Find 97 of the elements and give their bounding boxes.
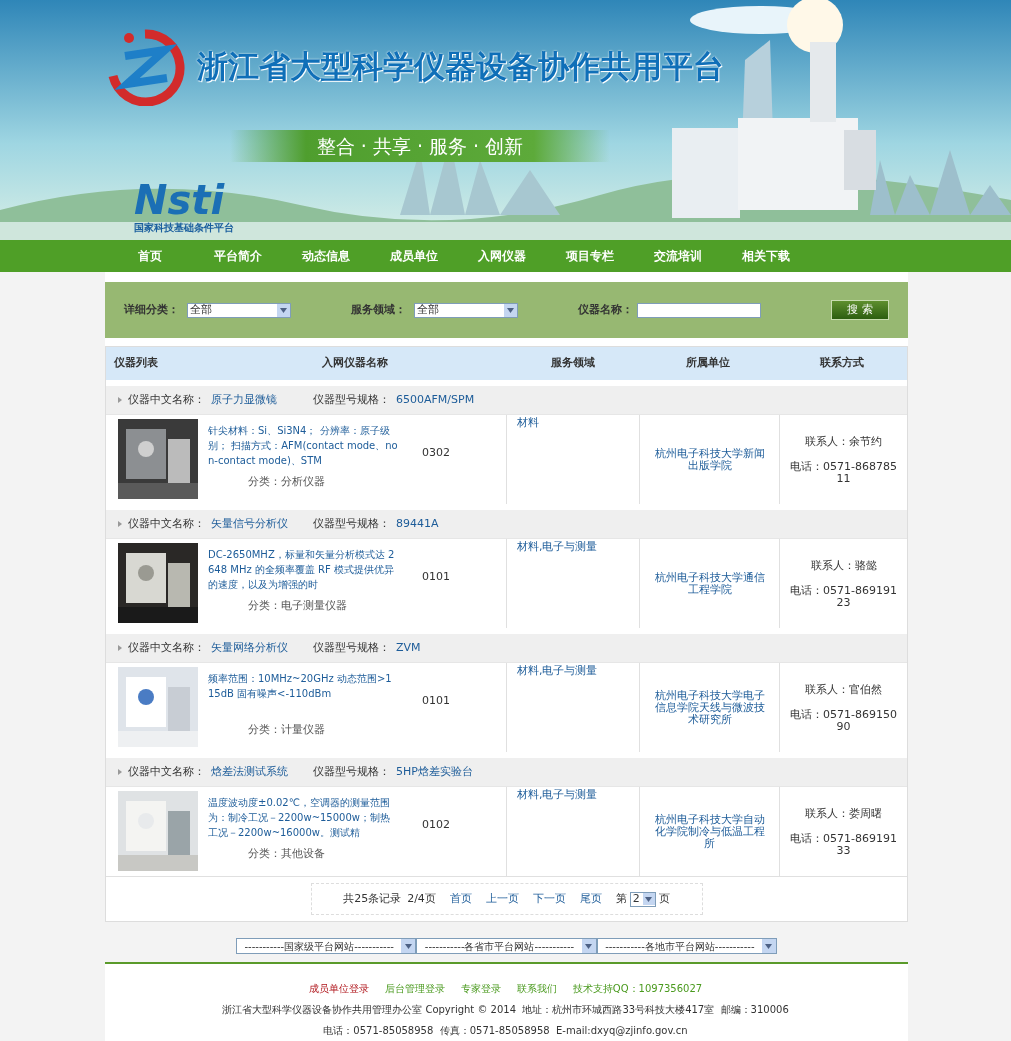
page-suffix: 页 <box>658 890 670 907</box>
instrument-name-link[interactable]: 矢量信号分析仪 <box>211 515 307 533</box>
site-select[interactable]: -----------国家级平台网站----------- <box>236 938 417 954</box>
column-header: 联系方式 <box>818 355 865 372</box>
dropdown-icon <box>762 939 776 953</box>
organization-link[interactable]: 杭州电子科技大学新闻出版学院 <box>650 447 769 472</box>
organization-link[interactable]: 杭州电子科技大学通信工程学院 <box>650 571 769 596</box>
filter-label: 服务领域： <box>351 301 406 318</box>
footer-link[interactable]: 技术支持QQ：1097356027 <box>572 981 703 996</box>
field-label: 仪器型号规格： <box>313 391 390 408</box>
bullet-icon <box>118 397 122 403</box>
model-number: 5HP焓差实验台 <box>396 763 473 780</box>
nav-link[interactable]: 相关下载 <box>722 240 810 272</box>
dropdown-icon <box>581 939 596 953</box>
instrument-code: 0102 <box>422 817 450 833</box>
field-label: 仪器中文名称： <box>128 763 205 780</box>
instrument-description: 温度波动度±0.02℃，空调器的测量范围为：制冷工况－2200w~15000w；制热工况－2200w~16000w。测试精 <box>208 796 391 840</box>
field-label: 仪器型号规格： <box>313 515 390 532</box>
nav-link[interactable]: 交流培训 <box>634 240 722 272</box>
instrument-description: DC-2650MHZ，标量和矢量分析模式达 2648 MHz 的全频率覆盖 RF 模式提供优异的速度，以及为增强的时 <box>208 548 396 592</box>
page-link[interactable]: 上一页 <box>485 890 519 908</box>
contact-person: 联系人：骆懿 <box>810 558 877 575</box>
footer-link[interactable]: 专家登录 <box>460 981 501 996</box>
organization-link[interactable]: 杭州电子科技大学电子信息学院天线与微波技术研究所 <box>650 689 769 726</box>
dropdown-icon <box>504 303 517 317</box>
footer-text: 电话：0571-85058958 传真：0571-85058958 E-mail:dxyq@zjinfo.gov.cn <box>323 1024 688 1038</box>
instrument-code: 0101 <box>422 569 450 585</box>
nav-link[interactable]: 成员单位 <box>370 240 458 272</box>
category-label: 分类：分析仪器 <box>247 474 326 490</box>
column-header: 所属单位 <box>685 355 731 372</box>
page-prefix: 第 <box>615 890 627 907</box>
category-label: 分类：电子测量仪器 <box>247 598 348 614</box>
nav-link[interactable]: 平台简介 <box>194 240 282 272</box>
phone-number: 电话：0571-86915090 <box>789 708 898 733</box>
slogan: 整合 · 共享 · 服务 · 创新 <box>316 133 524 159</box>
category-label: 分类：计量仪器 <box>247 722 326 738</box>
phone-number: 电话：0571-86919123 <box>789 584 898 609</box>
instrument-name-link[interactable]: 原子力显微镜 <box>211 391 307 409</box>
phone-number: 电话：0571-86919133 <box>789 832 898 857</box>
instrument-name-link[interactable]: 矢量网络分析仪 <box>211 639 307 657</box>
field-label: 仪器中文名称： <box>128 515 205 532</box>
column-header: 入网仪器名称 <box>320 355 389 372</box>
nav-link[interactable]: 项目专栏 <box>546 240 634 272</box>
model-number: ZVM <box>396 639 421 656</box>
footer-text: 浙江省大型科学仪器设备协作共用管理办公室 Copyright © 2014 地址：杭州市环城西路33号科技大楼417室 邮编：310006 <box>222 1003 789 1017</box>
column-header: 仪器列表 <box>113 355 159 372</box>
instrument-code: 0101 <box>422 693 450 709</box>
service-field: 材料,电子与测量 <box>517 788 598 801</box>
page-link[interactable]: 尾页 <box>579 890 602 908</box>
phone-number: 电话：0571-86878511 <box>789 460 898 485</box>
text-field[interactable] <box>637 302 761 318</box>
record-count: 共25条记录 <box>343 890 402 907</box>
partner-caption: 国家科技基础条件平台 <box>134 222 234 234</box>
contact-person: 联系人：官伯然 <box>805 682 882 699</box>
site-select[interactable]: -----------各省市平台网站----------- <box>416 938 597 954</box>
dropdown-icon <box>401 939 416 953</box>
page-count: 2/4页 <box>407 890 436 907</box>
instrument-name-link[interactable]: 焓差法测试系统 <box>211 763 307 781</box>
contact-person: 联系人：余节约 <box>805 434 882 451</box>
contact-person: 联系人：娄周曙 <box>805 806 882 823</box>
field-label: 仪器型号规格： <box>313 639 390 656</box>
search-button[interactable]: 搜 索 <box>831 300 889 320</box>
nav-link[interactable]: 动态信息 <box>282 240 370 272</box>
page-link[interactable]: 下一页 <box>532 890 566 908</box>
partner-logo: Nsti <box>134 178 225 222</box>
instrument-code: 0302 <box>422 445 450 461</box>
service-field: 材料,电子与测量 <box>517 664 598 677</box>
filter-label: 仪器名称： <box>578 301 633 318</box>
category-label: 分类：其他设备 <box>247 846 326 862</box>
column-header: 服务领域 <box>549 355 596 372</box>
instrument-description: 频率范围：10MHz~20GHz 动态范围>115dB 固有噪声<-110dBm <box>208 672 393 701</box>
select-field[interactable]: 全部 <box>187 302 291 318</box>
filter-label: 详细分类： <box>124 301 179 318</box>
instrument-description: 针尖材料：Si、Si3N4； 分辨率：原子级别； 扫描方式：AFM(contact mode、non-contact mode)、STM <box>208 424 398 468</box>
nav-link[interactable]: 首页 <box>106 240 194 272</box>
select-field[interactable]: 全部 <box>414 302 518 318</box>
dropdown-icon <box>277 303 290 317</box>
bullet-icon <box>118 521 122 527</box>
model-number: 89441A <box>396 515 439 532</box>
footer-link[interactable]: 成员单位登录 <box>308 981 369 996</box>
service-field: 材料,电子与测量 <box>517 540 598 553</box>
bullet-icon <box>118 769 122 775</box>
site-title: 浙江省大型科学仪器设备协作共用平台 <box>197 46 724 86</box>
nav-link[interactable]: 入网仪器 <box>458 240 546 272</box>
organization-link[interactable]: 杭州电子科技大学自动化学院制冷与低温工程所 <box>650 813 769 850</box>
service-field: 材料 <box>517 416 539 429</box>
site-select[interactable]: -----------各地市平台网站----------- <box>596 938 777 954</box>
field-label: 仪器中文名称： <box>128 639 205 656</box>
field-label: 仪器中文名称： <box>128 391 205 408</box>
bullet-icon <box>118 645 122 651</box>
footer-link[interactable]: 后台管理登录 <box>384 981 445 996</box>
model-number: 6500AFM/SPM <box>396 391 475 408</box>
field-label: 仪器型号规格： <box>313 763 390 780</box>
footer-link[interactable]: 联系我们 <box>516 981 557 996</box>
page-link[interactable]: 首页 <box>449 890 472 908</box>
page-select[interactable]: 2 <box>629 891 656 907</box>
dropdown-icon <box>642 893 655 905</box>
